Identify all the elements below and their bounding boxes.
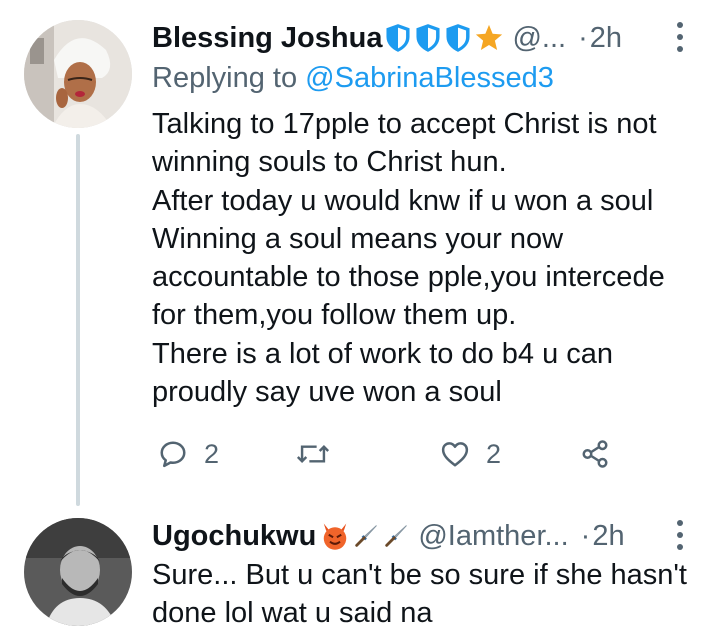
shield-icon <box>386 24 411 52</box>
shield-icon <box>416 24 441 52</box>
like-count: 2 <box>486 438 502 469</box>
tweet-line: There is a lot of work to do b4 u can <box>152 337 614 370</box>
shield-icon <box>446 24 471 52</box>
more-options-icon[interactable] <box>676 22 684 52</box>
thread-line <box>76 134 80 506</box>
dagger-icon <box>385 525 408 547</box>
reply-button[interactable]: 2 <box>158 434 219 474</box>
avatar[interactable] <box>24 518 132 626</box>
avatar-photo <box>24 518 132 626</box>
replying-to-mention[interactable]: @SabrinaBlessed3 <box>305 62 554 94</box>
more-options-icon[interactable] <box>676 520 684 550</box>
share-icon <box>582 440 608 468</box>
retweet-button[interactable] <box>296 434 330 474</box>
tweet-line: Winning a soul means your now <box>152 222 564 255</box>
star-icon <box>476 24 503 50</box>
tweet-header: Ugochukwu @Iamther... · 2h <box>152 516 696 556</box>
replying-to-label: Replying to <box>152 62 298 94</box>
author-handle[interactable]: @Iamther... <box>418 520 568 553</box>
author-handle[interactable]: @... <box>512 22 566 55</box>
tweet-line: proudly say uve won a soul <box>152 376 502 409</box>
tweet-line: accountable to those pple,you intercede <box>152 261 665 294</box>
timestamp[interactable]: 2h <box>592 520 624 553</box>
avatar-photo <box>24 20 132 128</box>
author-name[interactable]: Blessing Joshua <box>152 22 382 55</box>
tweet-text: Sure... But u can't be so sure if she ha… <box>152 556 702 633</box>
tweet-header: Blessing Joshua @... · 2h <box>152 18 696 58</box>
dagger-icon <box>355 525 378 547</box>
reply-count: 2 <box>204 438 220 469</box>
separator-dot: · <box>580 519 591 552</box>
retweet-icon <box>296 444 330 464</box>
tweet-line: Talking to 17pple to accept Christ is no… <box>152 108 657 140</box>
reply-icon <box>160 441 186 468</box>
share-button[interactable] <box>580 434 610 474</box>
emoji-badges <box>320 521 412 551</box>
tweet-1[interactable]: Blessing Joshua @... · 2h Replying to @S… <box>0 0 720 506</box>
tweet-2[interactable]: Ugochukwu @Iamther... · 2h Sure... But u… <box>0 500 720 634</box>
tweet-line: for them,you follow them up. <box>152 299 517 332</box>
separator-dot: · <box>578 21 588 54</box>
tweet-line: After today u would knw if u won a soul <box>152 184 654 217</box>
verification-badges <box>384 23 506 53</box>
tweet-line: Sure... But u can't be so sure if she ha… <box>152 559 687 591</box>
replying-to: Replying to @SabrinaBlessed3 <box>152 62 554 95</box>
devil-emoji-icon <box>324 523 347 550</box>
tweet-line: done lol wat u said na <box>152 597 433 630</box>
tweet-text: Talking to 17pple to accept Christ is no… <box>152 105 702 411</box>
avatar[interactable] <box>24 20 132 128</box>
author-name[interactable]: Ugochukwu <box>152 520 316 553</box>
timestamp[interactable]: 2h <box>590 22 622 55</box>
tweet-actions: 2 2 <box>152 434 632 474</box>
tweet-line: winning souls to Christ hun. <box>152 146 507 179</box>
heart-icon <box>441 442 469 467</box>
like-button[interactable]: 2 <box>440 434 501 474</box>
